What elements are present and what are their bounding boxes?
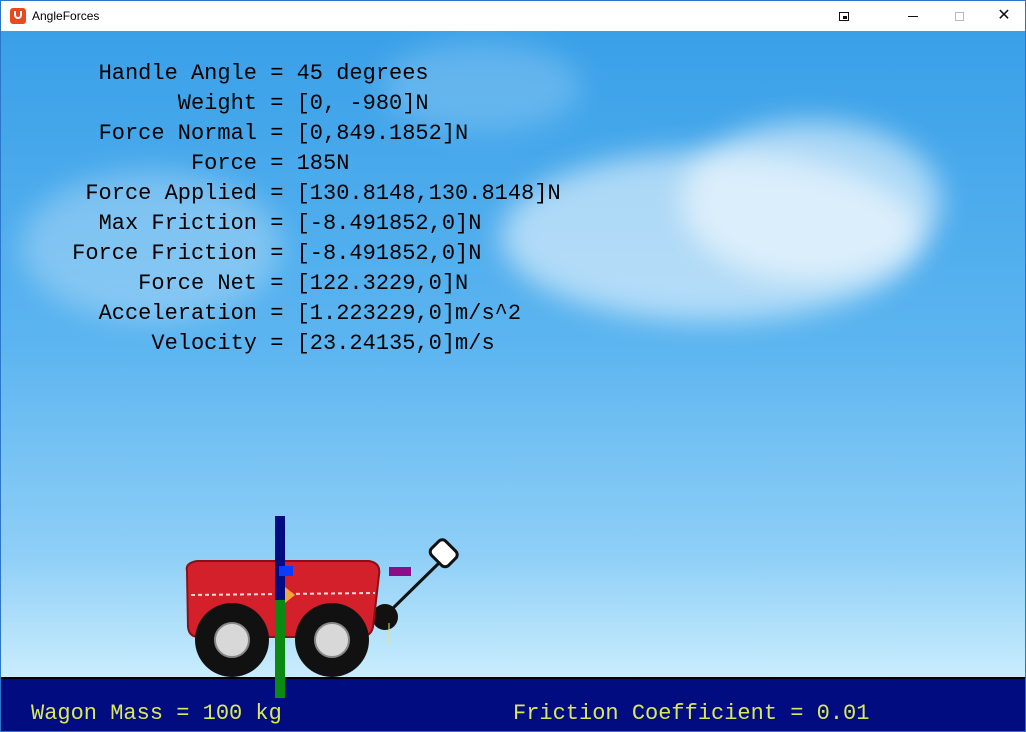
normal-force-vector	[275, 516, 285, 600]
maximize-button[interactable]	[936, 1, 982, 31]
wagon-scene[interactable]	[1, 31, 1025, 731]
maximize-icon	[954, 11, 964, 21]
sky-scene: Handle Angle = 45 degrees Weight = [0, -…	[1, 31, 1025, 731]
handle-grip[interactable]	[428, 538, 459, 569]
restore-icon	[839, 11, 849, 21]
close-button[interactable]: ✕	[981, 1, 1025, 31]
friction-coefficient-label: Friction Coefficient = 0.01	[513, 701, 870, 726]
weight-force-vector	[275, 600, 285, 698]
title-bar[interactable]: AngleForces ✕	[1, 1, 1025, 31]
window-title: AngleForces	[32, 9, 100, 23]
wagon-mass-label: Wagon Mass = 100 kg	[31, 701, 282, 726]
applied-force-marker	[389, 567, 411, 576]
friction-force-marker	[279, 566, 293, 576]
app-logo-icon	[10, 8, 26, 24]
picture-in-picture-button[interactable]	[821, 1, 867, 31]
wagon-wheel-front	[295, 603, 369, 677]
wagon-wheel-rear	[195, 603, 269, 677]
minimize-button[interactable]	[890, 1, 936, 31]
close-icon: ✕	[997, 7, 1011, 24]
minimize-icon	[908, 15, 918, 17]
app-window: AngleForces ✕ Handle Angle = 45 degrees …	[0, 0, 1026, 732]
